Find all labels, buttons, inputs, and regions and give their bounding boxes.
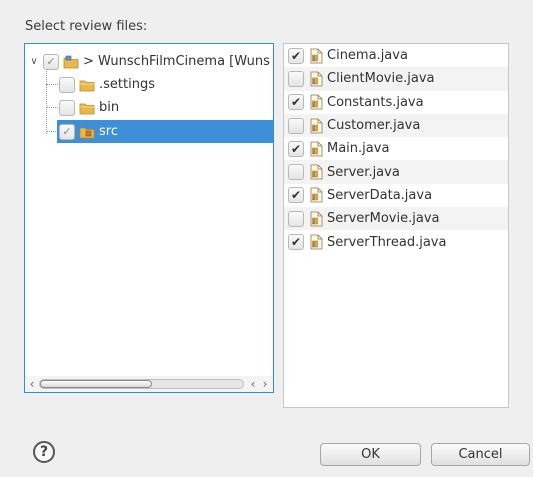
tree-line xyxy=(46,107,58,108)
file-label: Constants.java xyxy=(327,94,424,110)
cancel-button[interactable]: Cancel xyxy=(431,443,530,466)
list-item[interactable]: ✔ Main.java xyxy=(284,137,508,160)
tree-root-checkbox[interactable]: ✓ xyxy=(43,53,59,70)
java-file-icon xyxy=(310,94,323,110)
scrollbar-track[interactable] xyxy=(39,379,244,389)
scroll-right-arrow-icon[interactable]: › xyxy=(259,376,271,392)
java-file-icon xyxy=(310,71,323,87)
ok-button[interactable]: OK xyxy=(320,443,421,466)
java-file-icon xyxy=(310,118,323,134)
scrollbar-thumb[interactable] xyxy=(40,380,152,388)
list-item[interactable]: ✔ Cinema.java xyxy=(284,44,508,67)
file-label: Main.java xyxy=(327,141,390,157)
tree-item-bin[interactable]: bin xyxy=(59,96,119,119)
chevron-down-icon[interactable]: ∨ xyxy=(29,56,39,67)
java-file-icon xyxy=(310,187,323,203)
java-file-icon xyxy=(310,48,323,64)
tree-item-checkbox[interactable] xyxy=(59,99,75,116)
tree-item-label: .settings xyxy=(99,77,155,92)
file-checkbox[interactable] xyxy=(288,117,304,134)
project-tree[interactable]: ∨ ✓ > WunschFilmCinema [Wuns .settings b… xyxy=(24,43,274,393)
file-label: ClientMovie.java xyxy=(327,71,435,87)
tree-root-label: > WunschFilmCinema [Wuns xyxy=(83,54,270,69)
file-checkbox[interactable]: ✔ xyxy=(288,234,304,251)
package-folder-icon xyxy=(79,125,95,139)
tree-line xyxy=(46,66,47,134)
folder-icon xyxy=(79,78,95,92)
prompt-label: Select review files: xyxy=(25,19,148,34)
tree-item-root[interactable]: ∨ ✓ > WunschFilmCinema [Wuns xyxy=(29,50,270,73)
tree-horizontal-scrollbar[interactable]: ‹ ‹ › xyxy=(25,376,273,392)
java-file-icon xyxy=(310,164,323,180)
file-checkbox[interactable] xyxy=(288,164,304,181)
file-label: ServerData.java xyxy=(327,187,433,203)
java-file-icon xyxy=(310,234,323,250)
file-list[interactable]: ✔ Cinema.java ClientMovie.java ✔ Constants.j… xyxy=(283,43,509,408)
list-item[interactable]: ServerMovie.java xyxy=(284,207,508,231)
file-checkbox[interactable] xyxy=(288,70,304,87)
tree-item-checkbox[interactable]: ✓ xyxy=(59,123,75,140)
list-item[interactable]: Server.java xyxy=(284,160,508,184)
file-label: Cinema.java xyxy=(327,48,408,64)
list-item[interactable]: ✔ Constants.java xyxy=(284,91,508,114)
tree-line xyxy=(46,84,58,85)
tree-item-label: src xyxy=(99,124,118,139)
tree-item-src[interactable]: ✓ src xyxy=(57,120,273,143)
list-item[interactable]: ClientMovie.java xyxy=(284,67,508,91)
file-label: Customer.java xyxy=(327,118,421,134)
file-label: Server.java xyxy=(327,164,400,180)
file-label: ServerThread.java xyxy=(327,234,447,250)
file-checkbox[interactable]: ✔ xyxy=(288,187,304,204)
file-checkbox[interactable]: ✔ xyxy=(288,47,304,64)
scroll-left-arrow-icon[interactable]: ‹ xyxy=(247,376,259,392)
file-checkbox[interactable]: ✔ xyxy=(288,94,304,111)
help-icon[interactable]: ? xyxy=(33,441,55,463)
file-checkbox[interactable] xyxy=(288,210,304,227)
file-label: ServerMovie.java xyxy=(327,211,440,227)
tree-item-checkbox[interactable] xyxy=(59,76,75,93)
java-file-icon xyxy=(310,211,323,227)
list-item[interactable]: ✔ ServerThread.java xyxy=(284,230,508,253)
scroll-left-arrow-icon[interactable]: ‹ xyxy=(26,376,38,392)
list-item[interactable]: Customer.java xyxy=(284,113,508,138)
tree-item-label: bin xyxy=(99,100,120,115)
java-file-icon xyxy=(310,141,323,157)
file-checkbox[interactable]: ✔ xyxy=(288,140,304,157)
project-folder-icon xyxy=(63,55,79,69)
tree-item-settings[interactable]: .settings xyxy=(59,73,155,96)
folder-icon xyxy=(79,101,95,115)
list-item[interactable]: ✔ ServerData.java xyxy=(284,184,508,207)
